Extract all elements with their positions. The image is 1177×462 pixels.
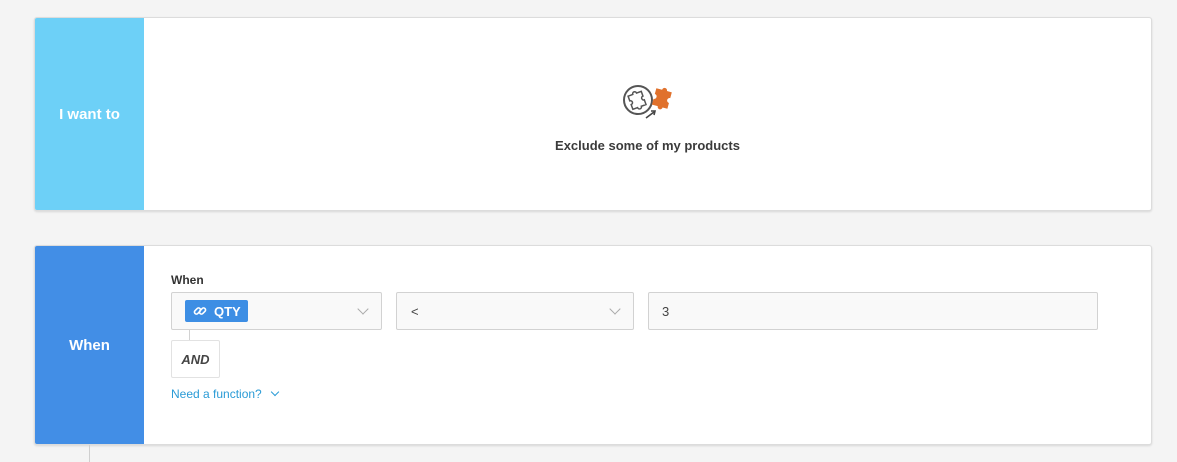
goal-label: Exclude some of my products bbox=[555, 138, 740, 153]
chevron-down-icon bbox=[270, 387, 279, 397]
operator-select[interactable]: < bbox=[396, 292, 634, 330]
timeline-line bbox=[89, 445, 90, 462]
i-want-to-section: I want to Exclude some of my products bbox=[34, 17, 1152, 211]
need-function-label: Need a function? bbox=[171, 387, 262, 401]
and-button[interactable]: AND bbox=[171, 340, 220, 378]
goal-area: Exclude some of my products bbox=[144, 18, 1151, 210]
link-icon bbox=[193, 307, 207, 315]
when-side-label: When bbox=[35, 246, 144, 444]
puzzle-exclude-icon bbox=[622, 85, 672, 119]
when-section: When When QTY < 3 AND Need a function? bbox=[34, 245, 1152, 445]
attribute-select[interactable]: QTY bbox=[171, 292, 382, 330]
value-text: 3 bbox=[662, 303, 670, 319]
i-want-to-label: I want to bbox=[35, 18, 144, 210]
condition-title: When bbox=[171, 273, 204, 287]
connector-line bbox=[189, 330, 190, 340]
operator-value: < bbox=[411, 303, 419, 319]
chevron-down-icon bbox=[357, 303, 369, 315]
value-input[interactable]: 3 bbox=[648, 292, 1098, 330]
attribute-tag-label: QTY bbox=[214, 303, 241, 319]
condition-area: When QTY < 3 AND Need a function? bbox=[144, 246, 1151, 444]
goal-option-exclude[interactable]: Exclude some of my products bbox=[144, 80, 1151, 153]
chevron-down-icon bbox=[609, 303, 621, 315]
attribute-tag: QTY bbox=[185, 300, 248, 322]
need-function-link[interactable]: Need a function? bbox=[171, 387, 279, 401]
